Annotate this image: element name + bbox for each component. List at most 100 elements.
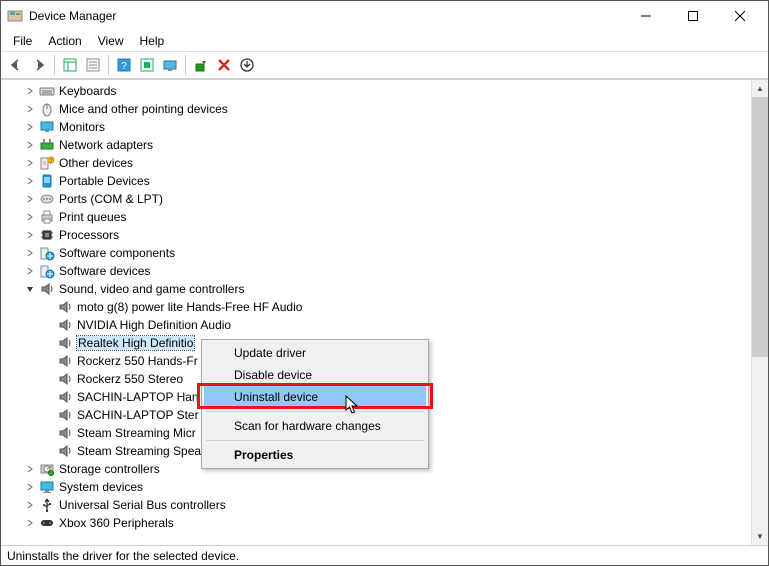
forward-button[interactable]	[28, 54, 50, 76]
tree-row[interactable]: Keyboards	[1, 82, 750, 100]
context-menu-item[interactable]: Properties	[204, 444, 426, 466]
tree-row-label: Ports (COM & LPT)	[59, 192, 163, 206]
uninstall-device-button[interactable]	[213, 54, 235, 76]
sound-icon	[57, 371, 73, 387]
tree-row-label: Steam Streaming Spea	[77, 444, 201, 458]
scroll-down-button[interactable]: ▼	[752, 528, 768, 545]
show-hide-tree-button[interactable]	[59, 54, 81, 76]
help-button[interactable]: ?	[113, 54, 135, 76]
tree-row[interactable]: Software components	[1, 244, 750, 262]
sound-icon	[57, 299, 73, 315]
tree-row-label: Storage controllers	[59, 462, 160, 476]
tree-row[interactable]: Universal Serial Bus controllers	[1, 496, 750, 514]
tree-row[interactable]: Network adapters	[1, 136, 750, 154]
sound-icon	[57, 425, 73, 441]
tree-row-label: Portable Devices	[59, 174, 150, 188]
menu-file[interactable]: File	[5, 32, 40, 50]
tree-row[interactable]: Xbox 360 Peripherals	[1, 514, 750, 532]
sound-icon	[57, 443, 73, 459]
chevron-right-icon[interactable]	[23, 138, 37, 152]
sound-icon	[57, 407, 73, 423]
close-button[interactable]	[717, 2, 762, 30]
menu-help[interactable]: Help	[132, 32, 173, 50]
tree-row[interactable]: ?Other devices	[1, 154, 750, 172]
chevron-right-icon[interactable]	[23, 174, 37, 188]
back-button[interactable]	[5, 54, 27, 76]
minimize-button[interactable]	[623, 2, 668, 30]
chevron-right-icon[interactable]	[23, 516, 37, 530]
tree-row[interactable]: System devices	[1, 478, 750, 496]
context-menu-item[interactable]: Uninstall device	[204, 386, 426, 408]
device-tree[interactable]: Keyboards Mice and other pointing devices…	[1, 80, 750, 545]
tree-row[interactable]: Monitors	[1, 118, 750, 136]
menu-action[interactable]: Action	[40, 32, 89, 50]
context-menu-item[interactable]: Disable device	[204, 364, 426, 386]
vertical-scrollbar[interactable]: ▲ ▼	[751, 80, 768, 545]
maximize-button[interactable]	[670, 2, 715, 30]
chevron-right-icon[interactable]	[23, 102, 37, 116]
properties-button[interactable]	[82, 54, 104, 76]
disable-device-button[interactable]	[236, 54, 258, 76]
chevron-right-icon[interactable]	[23, 264, 37, 278]
tree-row-label: Xbox 360 Peripherals	[59, 516, 174, 530]
toolbar: ?	[1, 51, 768, 79]
update-driver-button[interactable]	[159, 54, 181, 76]
context-menu-separator	[206, 440, 424, 441]
tree-row-label: Print queues	[59, 210, 126, 224]
other-icon: ?	[39, 155, 55, 171]
menu-view[interactable]: View	[90, 32, 132, 50]
scan-hardware-button[interactable]	[136, 54, 158, 76]
keyboard-icon	[39, 83, 55, 99]
usb-icon	[39, 497, 55, 513]
chevron-right-icon[interactable]	[23, 498, 37, 512]
tree-row[interactable]: Portable Devices	[1, 172, 750, 190]
tree-row[interactable]: Software devices	[1, 262, 750, 280]
tree-row-label: Network adapters	[59, 138, 153, 152]
chevron-right-icon[interactable]	[23, 462, 37, 476]
tree-row-label: Realtek High Definitio	[77, 336, 194, 350]
chevron-right-icon[interactable]	[23, 192, 37, 206]
menubar: File Action View Help	[1, 31, 768, 51]
sound-icon	[57, 353, 73, 369]
scroll-thumb[interactable]	[752, 97, 768, 357]
tree-row[interactable]: Ports (COM & LPT)	[1, 190, 750, 208]
context-menu-item[interactable]: Scan for hardware changes	[204, 415, 426, 437]
tree-row[interactable]: NVIDIA High Definition Audio	[1, 316, 750, 334]
tree-row[interactable]: Sound, video and game controllers	[1, 280, 750, 298]
sound-icon	[39, 281, 55, 297]
tree-row-label: Mice and other pointing devices	[59, 102, 228, 116]
tree-row[interactable]: Processors	[1, 226, 750, 244]
tree-row[interactable]: Print queues	[1, 208, 750, 226]
tree-row[interactable]: moto g(8) power lite Hands-Free HF Audio	[1, 298, 750, 316]
chevron-right-icon[interactable]	[23, 480, 37, 494]
svg-text:?: ?	[121, 61, 127, 72]
chevron-down-icon[interactable]	[23, 282, 37, 296]
context-menu-item[interactable]: Update driver	[204, 342, 426, 364]
app-icon	[7, 8, 23, 24]
chevron-right-icon[interactable]	[23, 246, 37, 260]
tree-row[interactable]: Mice and other pointing devices	[1, 100, 750, 118]
storage-icon	[39, 461, 55, 477]
context-menu: Update driverDisable deviceUninstall dev…	[201, 339, 429, 469]
tree-row-label: moto g(8) power lite Hands-Free HF Audio	[77, 300, 302, 314]
titlebar: Device Manager	[1, 1, 768, 31]
chevron-right-icon[interactable]	[23, 84, 37, 98]
tree-row-label: Steam Streaming Micr	[77, 426, 196, 440]
monitor-icon	[39, 119, 55, 135]
tree-row-label: Keyboards	[59, 84, 116, 98]
enable-device-button[interactable]	[190, 54, 212, 76]
sound-icon	[57, 317, 73, 333]
tree-row-label: Sound, video and game controllers	[59, 282, 244, 296]
tree-row-label: Software devices	[59, 264, 150, 278]
printer-icon	[39, 209, 55, 225]
xbox-icon	[39, 515, 55, 531]
mouse-icon	[39, 101, 55, 117]
chevron-right-icon[interactable]	[23, 120, 37, 134]
chevron-right-icon[interactable]	[23, 228, 37, 242]
chevron-right-icon[interactable]	[23, 210, 37, 224]
chevron-right-icon[interactable]	[23, 156, 37, 170]
client-area: Keyboards Mice and other pointing devices…	[1, 79, 768, 545]
statusbar: Uninstalls the driver for the selected d…	[1, 545, 768, 565]
scroll-up-button[interactable]: ▲	[752, 80, 768, 97]
tree-row-label: NVIDIA High Definition Audio	[77, 318, 231, 332]
